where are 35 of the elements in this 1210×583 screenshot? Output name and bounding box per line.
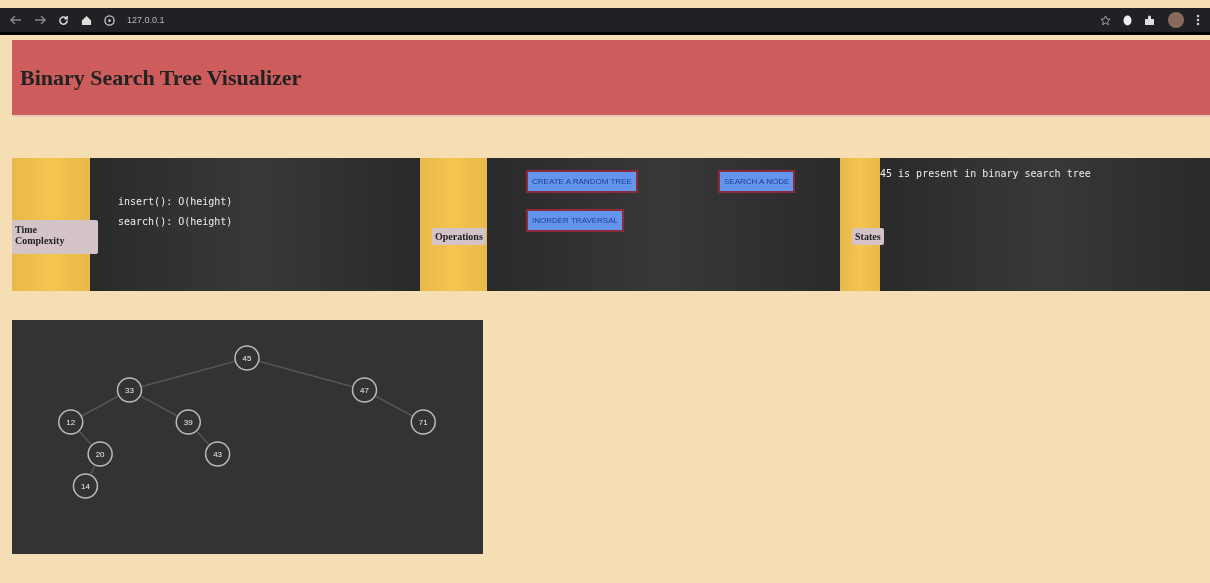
back-icon[interactable] xyxy=(10,15,22,25)
puzzle-icon[interactable] xyxy=(1144,14,1156,26)
tree-node: 71 xyxy=(410,409,436,435)
operation-button[interactable]: INORDER TRAVERSAL xyxy=(526,209,624,232)
tree-node: 43 xyxy=(204,441,231,467)
home-icon[interactable] xyxy=(81,14,92,26)
address-bar[interactable]: 127.0.0.1 xyxy=(127,15,165,25)
operation-button[interactable]: SEARCH A NODE xyxy=(718,170,796,193)
section-label: Time Complexity xyxy=(12,220,98,254)
tree-edge xyxy=(140,395,178,417)
complexity-text: search(): O(height) xyxy=(118,216,234,227)
tree-edge xyxy=(196,430,210,446)
tree-edge xyxy=(375,395,413,417)
tree-edge xyxy=(78,430,93,446)
tree-node: 45 xyxy=(234,345,260,371)
tree-node: 47 xyxy=(351,377,378,403)
menu-icon[interactable] xyxy=(1196,14,1200,26)
status-message: 45 is present in binary search tree xyxy=(880,167,1092,179)
star-icon[interactable] xyxy=(1100,14,1111,26)
forward-icon[interactable] xyxy=(34,15,46,25)
tree-node: 14 xyxy=(72,473,99,499)
reload-icon[interactable] xyxy=(58,14,69,26)
extension-icon[interactable] xyxy=(1123,14,1132,26)
section-label: States xyxy=(852,228,884,245)
page-header: Binary Search Tree Visualizer xyxy=(12,40,1210,117)
complexity-text: insert(): O(height) xyxy=(118,196,234,207)
tree-edge xyxy=(81,395,119,417)
tree-node: 39 xyxy=(175,409,201,435)
info-icon[interactable] xyxy=(104,14,115,26)
tree-node: 33 xyxy=(116,377,143,403)
tree-node: 20 xyxy=(87,441,113,467)
tree-node: 12 xyxy=(58,409,84,435)
avatar-icon[interactable] xyxy=(1168,12,1184,28)
section-label: Operations xyxy=(432,228,486,245)
operation-button[interactable]: CREATE A RANDOM TREE xyxy=(526,170,638,193)
